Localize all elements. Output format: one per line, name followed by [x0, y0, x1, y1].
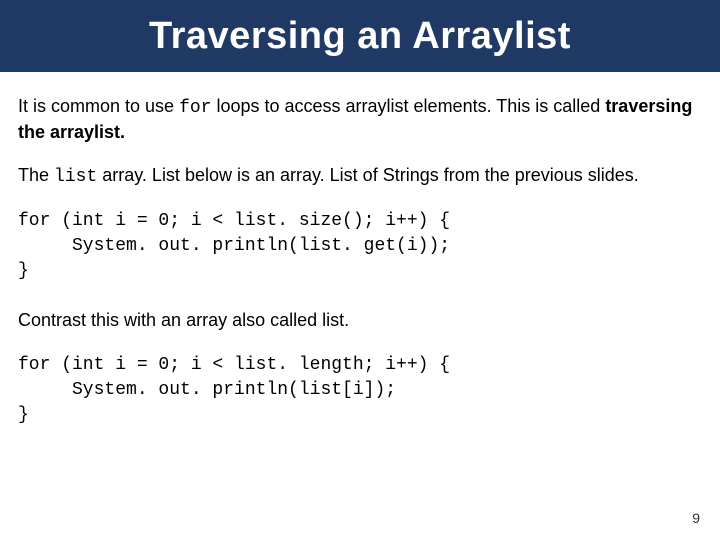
- intro-paragraph: It is common to use for loops to access …: [18, 94, 702, 145]
- keyword-for: for: [179, 98, 211, 118]
- slide: Traversing an Arraylist It is common to …: [0, 0, 720, 540]
- text-fragment: The: [18, 165, 54, 185]
- list-description: The list array. List below is an array. …: [18, 163, 702, 189]
- code-array-loop: for (int i = 0; i < list. length; i++) {…: [18, 353, 702, 429]
- text-fragment: It is common to use: [18, 96, 179, 116]
- contrast-paragraph: Contrast this with an array also called …: [18, 308, 702, 332]
- slide-body: It is common to use for loops to access …: [0, 72, 720, 428]
- page-number: 9: [692, 510, 700, 526]
- identifier-list: list: [54, 167, 97, 187]
- text-fragment: loops to access arraylist elements. This…: [211, 96, 605, 116]
- text-fragment: array. List below is an array. List of S…: [97, 165, 639, 185]
- slide-title: Traversing an Arraylist: [149, 15, 571, 58]
- title-band: Traversing an Arraylist: [0, 0, 720, 72]
- code-arraylist-loop: for (int i = 0; i < list. size(); i++) {…: [18, 209, 702, 285]
